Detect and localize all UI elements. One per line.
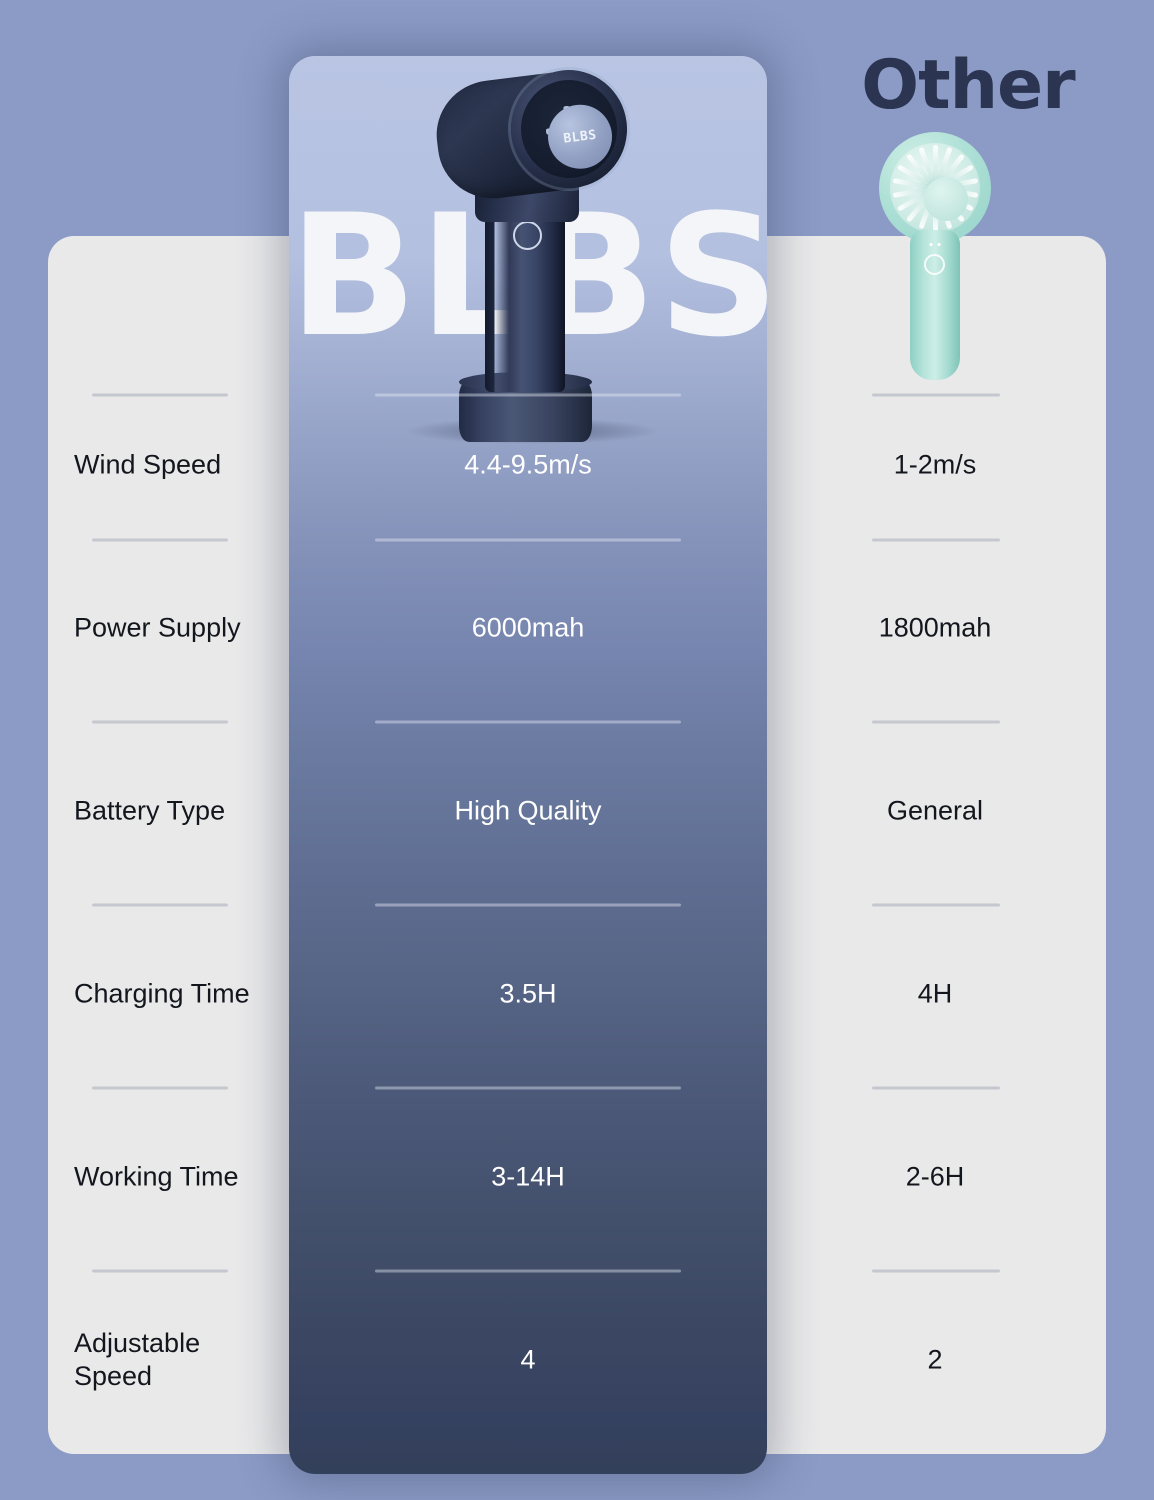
row-label-3: Charging Time: [74, 978, 250, 1009]
row-divider: [92, 720, 228, 724]
row-other-value-1: 1800mah: [878, 612, 992, 643]
row-blbs-value-1: 6000mah: [471, 612, 585, 643]
row-divider: [92, 1269, 228, 1273]
row-other-value-2: General: [886, 795, 984, 826]
row-divider: [375, 393, 681, 397]
row-blbs-value-4: 3-14H: [491, 1161, 565, 1192]
row-divider: [872, 903, 1000, 907]
row-other-value-3: 4H: [917, 978, 953, 1009]
row-divider: [92, 538, 228, 542]
row-blbs-value-3: 3.5H: [499, 978, 557, 1009]
row-divider: [375, 720, 681, 724]
row-divider: [92, 903, 228, 907]
row-label-1: Power Supply: [74, 612, 241, 643]
row-other-value-0: 1-2m/s: [893, 449, 977, 480]
row-blbs-value-2: High Quality: [454, 795, 602, 826]
row-divider: [92, 393, 228, 397]
row-divider: [375, 1269, 681, 1273]
row-label-0: Wind Speed: [74, 449, 222, 480]
row-other-value-5: 2: [927, 1344, 943, 1375]
row-divider: [872, 393, 1000, 397]
row-divider: [872, 720, 1000, 724]
row-divider: [872, 1269, 1000, 1273]
row-blbs-value-0: 4.4-9.5m/s: [464, 449, 592, 480]
row-other-value-4: 2-6H: [905, 1161, 965, 1192]
row-label-2: Battery Type: [74, 795, 226, 826]
row-divider: [375, 1086, 681, 1090]
row-divider: [872, 1086, 1000, 1090]
row-divider: [872, 538, 1000, 542]
row-label-5: Adjustable Speed: [74, 1328, 201, 1391]
comparison-table: Wind Speed 4.4-9.5m/s 1-2m/s Power Supply 60…: [0, 0, 1154, 1500]
row-divider: [92, 1086, 228, 1090]
row-label-4: Working Time: [74, 1161, 239, 1192]
row-divider: [375, 903, 681, 907]
row-divider: [375, 538, 681, 542]
row-blbs-value-5: 4: [520, 1344, 536, 1375]
